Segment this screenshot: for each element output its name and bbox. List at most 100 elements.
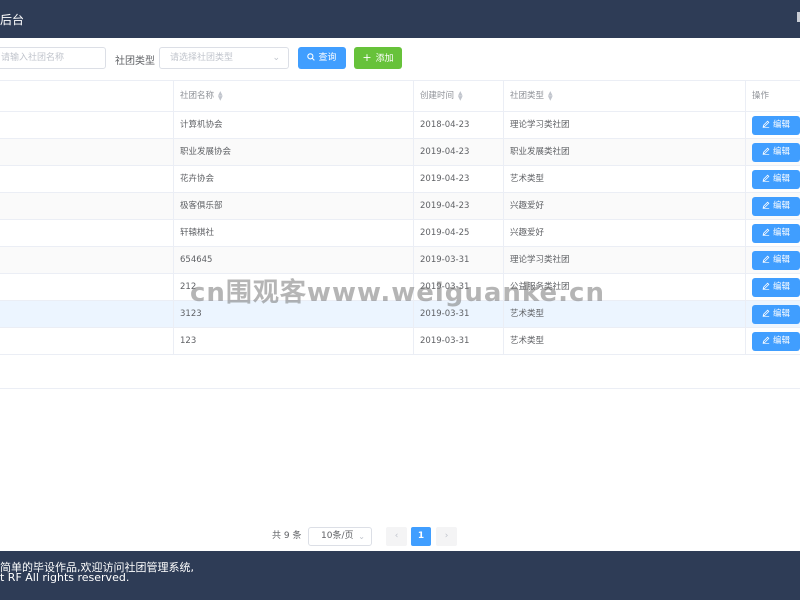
created-date-cell: 2019-04-25 [414,220,504,246]
club-name: 花卉协会 [180,174,215,184]
edit-icon [762,228,770,236]
add-button[interactable]: + 添加 [354,47,402,69]
club-name: 轩辕棋社 [180,228,215,238]
row-blank-cell [0,112,174,138]
header-cell-name[interactable]: 社团名称 ▲ ▼ [174,81,414,111]
club-name-cell: 极客俱乐部 [174,193,414,219]
club-type-cell: 职业发展类社团 [504,139,746,165]
edit-button-label: 编辑 [772,282,790,292]
edit-button[interactable]: 编辑 [752,197,800,216]
page-number-current[interactable]: 1 [411,527,431,546]
created-date: 2018-04-23 [420,120,470,130]
club-type-placeholder: 请选择社团类型 [170,53,234,63]
table-bottom-divider [0,388,800,389]
table-header-row: 社团名称 ▲ ▼ 创建时间 ▲ ▼ 社团类型 ▲ ▼ 操作 [0,81,800,112]
club-name: 计算机协会 [180,120,223,130]
club-name-cell: 花卉协会 [174,166,414,192]
app-title: 后台 [0,13,25,27]
edit-button-label: 编辑 [772,147,790,157]
edit-button[interactable]: 编辑 [752,116,800,135]
search-button-label: 查询 [318,53,337,63]
edit-button[interactable]: 编辑 [752,305,800,324]
row-blank-cell [0,193,174,219]
table-row[interactable]: 计算机协会 2018-04-23 理论学习类社团 编辑 [0,112,800,139]
top-header: 后台 [0,0,800,38]
table-row[interactable]: 654645 2019-03-31 理论学习类社团 编辑 [0,247,800,274]
table-row[interactable]: 职业发展协会 2019-04-23 职业发展类社团 编辑 [0,139,800,166]
edit-button-label: 编辑 [772,255,790,265]
club-type-select[interactable]: 请选择社团类型 ⌄ [159,47,289,69]
chevron-down-icon: ⌄ [358,532,365,541]
row-blank-cell [0,328,174,354]
club-name: 极客俱乐部 [180,201,223,211]
actions-cell: 编辑 [746,328,800,354]
club-name-cell: 计算机协会 [174,112,414,138]
club-name-input[interactable]: 请输入社团名称 [0,47,106,69]
edit-button[interactable]: 编辑 [752,332,800,351]
created-date: 2019-04-23 [420,201,470,211]
search-toolbar: 请输入社团名称 社团类型 请选择社团类型 ⌄ 查询 + 添加 [0,46,800,72]
club-name: 123 [180,336,197,346]
table-row[interactable]: 花卉协会 2019-04-23 艺术类型 编辑 [0,166,800,193]
edit-button-label: 编辑 [772,201,790,211]
sort-icon[interactable]: ▲ ▼ [458,91,463,102]
club-type-cell: 理论学习类社团 [504,247,746,273]
next-page-button[interactable]: › [436,527,457,546]
edit-button[interactable]: 编辑 [752,170,800,189]
edit-icon [762,255,770,263]
edit-icon [762,201,770,209]
edit-button[interactable]: 编辑 [752,251,800,270]
created-date: 2019-04-23 [420,174,470,184]
sort-icon[interactable]: ▲ ▼ [548,91,553,102]
club-name-cell: 654645 [174,247,414,273]
table-row[interactable]: 轩辕棋社 2019-04-25 兴趣爱好 编辑 [0,220,800,247]
edit-button[interactable]: 编辑 [752,278,800,297]
chevron-down-icon: ⌄ [272,53,280,63]
edit-icon [762,309,770,317]
edit-icon [762,336,770,344]
header-cell-actions: 操作 [746,81,800,111]
edit-icon [762,174,770,182]
club-name-cell: 轩辕棋社 [174,220,414,246]
search-icon [307,53,316,61]
edit-button[interactable]: 编辑 [752,143,800,162]
club-type-cell: 兴趣爱好 [504,193,746,219]
header-cell-date[interactable]: 创建时间 ▲ ▼ [414,81,504,111]
actions-cell: 编辑 [746,247,800,273]
edit-button[interactable]: 编辑 [752,224,800,243]
pagination-total: 共 9 条 [272,531,302,541]
column-title: 创建时间 [420,91,455,101]
table-row[interactable]: 极客俱乐部 2019-04-23 兴趣爱好 编辑 [0,193,800,220]
prev-page-button[interactable]: ‹ [386,527,407,546]
edit-icon [762,282,770,290]
club-type: 理论学习类社团 [510,120,570,130]
page-size-select[interactable]: 10条/页 ⌄ [308,527,372,546]
created-date-cell: 2019-04-23 [414,193,504,219]
actions-cell: 编辑 [746,301,800,327]
header-cell-type[interactable]: 社团类型 ▲ ▼ [504,81,746,111]
actions-cell: 编辑 [746,166,800,192]
edit-button-label: 编辑 [772,174,790,184]
edit-button-label: 编辑 [772,336,790,346]
edit-icon [762,120,770,128]
club-name-cell: 职业发展协会 [174,139,414,165]
sort-icon[interactable]: ▲ ▼ [218,91,223,102]
actions-cell: 编辑 [746,112,800,138]
created-date: 2019-04-23 [420,147,470,157]
row-blank-cell [0,139,174,165]
club-type: 艺术类型 [510,336,545,346]
edit-button-label: 编辑 [772,228,790,238]
club-name: 职业发展协会 [180,147,232,157]
created-date-cell: 2019-03-31 [414,247,504,273]
edit-button-label: 编辑 [772,309,790,319]
created-date-cell: 2019-04-23 [414,139,504,165]
row-blank-cell [0,274,174,300]
search-button[interactable]: 查询 [298,47,346,69]
created-date: 2019-03-31 [420,336,470,346]
club-name-cell: 123 [174,328,414,354]
table-row[interactable]: 123 2019-03-31 艺术类型 编辑 [0,328,800,355]
created-date-cell: 2019-04-23 [414,166,504,192]
watermark-text: cn围观客www.weiguanke.cn [190,278,605,308]
row-blank-cell [0,301,174,327]
created-date-cell: 2019-03-31 [414,328,504,354]
